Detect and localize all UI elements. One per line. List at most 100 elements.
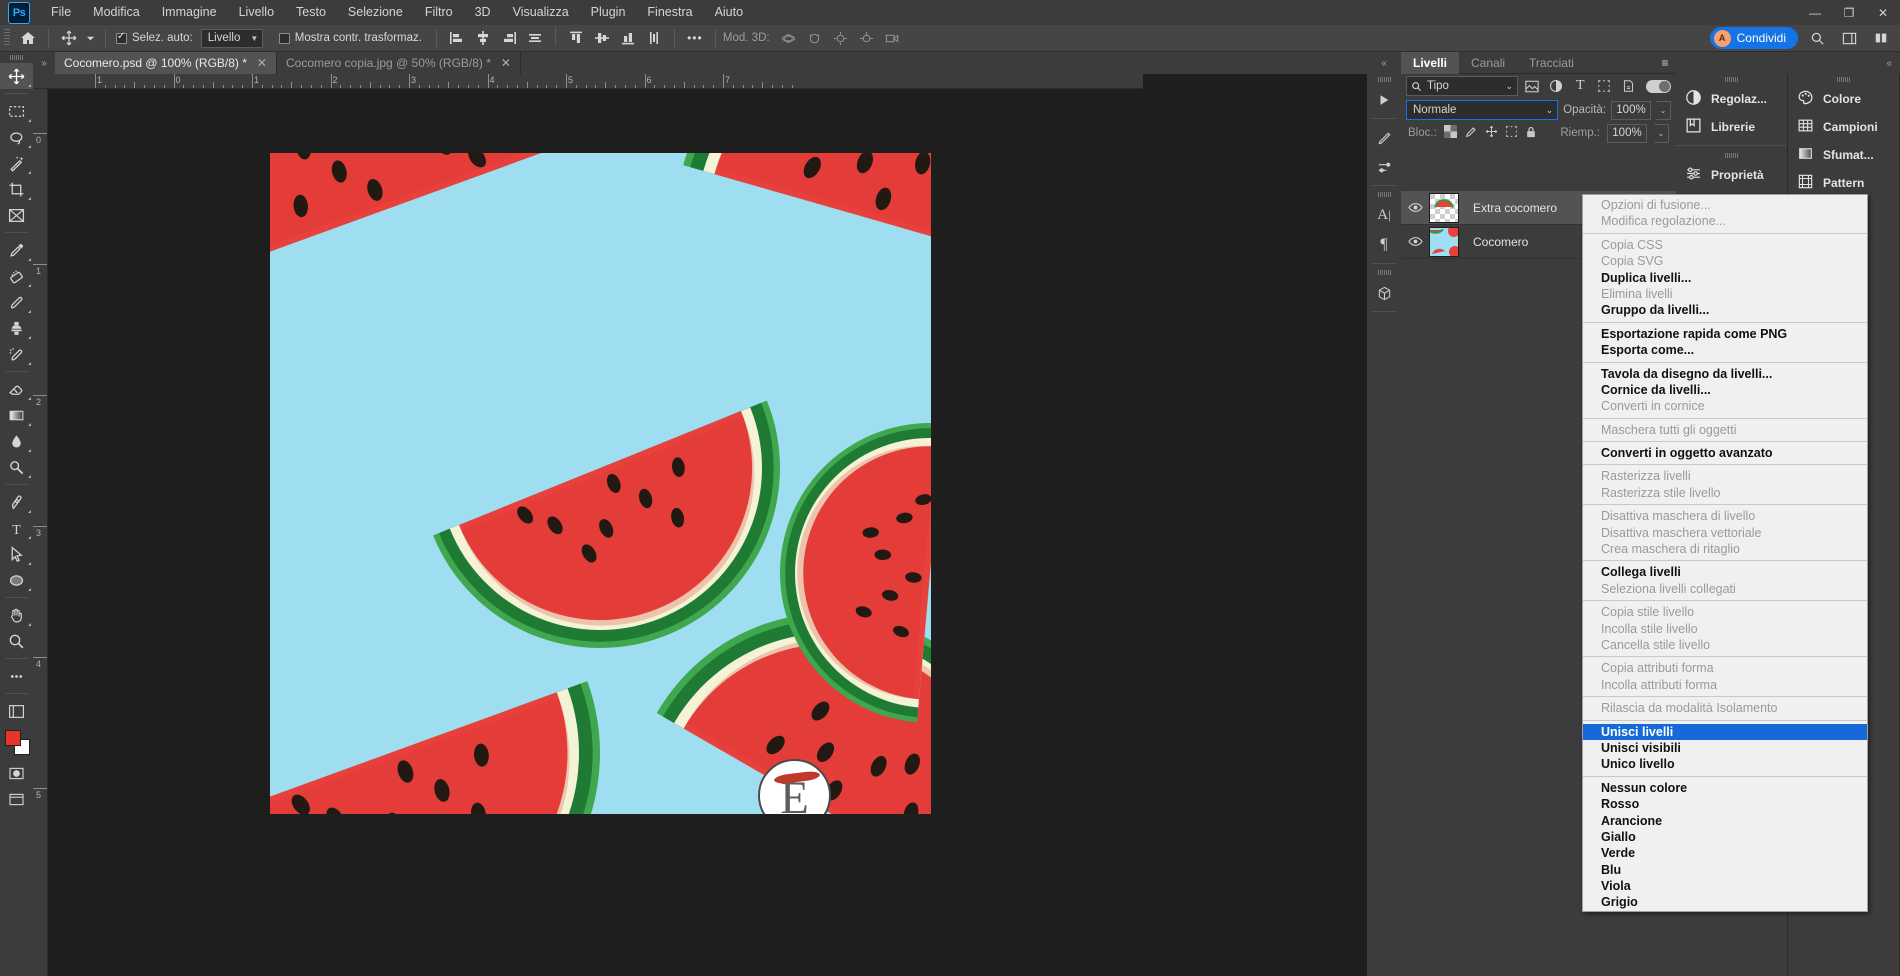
paragraph-icon[interactable]: ¶ xyxy=(1367,230,1401,260)
eyedropper-tool-icon[interactable] xyxy=(0,237,33,263)
clone-stamp-tool-icon[interactable] xyxy=(0,315,33,341)
dock-item-campioni[interactable]: Campioni xyxy=(1788,113,1899,141)
type-filter-icon[interactable]: T xyxy=(1571,76,1590,96)
tab-canali[interactable]: Canali xyxy=(1459,52,1517,74)
spot-healing-tool-icon[interactable] xyxy=(0,263,33,289)
menu-item-esportazione-rapida-come-png[interactable]: Esportazione rapida come PNG xyxy=(1583,326,1867,342)
align-bottom-icon[interactable] xyxy=(615,26,641,50)
show-transform-box[interactable] xyxy=(278,32,290,44)
layer-visibility-icon[interactable] xyxy=(1401,236,1429,247)
image-canvas[interactable]: E xyxy=(270,153,931,814)
move-tool-icon[interactable] xyxy=(56,26,82,50)
dock-item-regolaz[interactable]: Regolaz... xyxy=(1676,85,1787,113)
dock-item-pattern[interactable]: Pattern xyxy=(1788,169,1899,197)
menu-item-cornice-da-livelli[interactable]: Cornice da livelli... xyxy=(1583,382,1867,398)
menu-item-testo[interactable]: Testo xyxy=(285,0,337,25)
gradient-tool-icon[interactable] xyxy=(0,402,33,428)
menu-item-gruppo-da-livelli[interactable]: Gruppo da livelli... xyxy=(1583,302,1867,318)
menu-item-tavola-da-disegno-da-livelli[interactable]: Tavola da disegno da livelli... xyxy=(1583,366,1867,382)
dock-item-colore[interactable]: Colore xyxy=(1788,85,1899,113)
layer-thumbnail[interactable] xyxy=(1429,226,1459,257)
menu-item-file[interactable]: File xyxy=(40,0,82,25)
lock-position-icon[interactable] xyxy=(1485,125,1498,141)
options-bar-grip[interactable] xyxy=(4,29,10,47)
menu-item-finestra[interactable]: Finestra xyxy=(636,0,703,25)
menu-item-livello[interactable]: Livello xyxy=(228,0,285,25)
document-tab[interactable]: Cocomero.psd @ 100% (RGB/8) * ✕ xyxy=(55,52,277,74)
camera-3d-icon[interactable] xyxy=(880,26,906,50)
smartobject-filter-icon[interactable] xyxy=(1619,76,1638,96)
menu-item-aiuto[interactable]: Aiuto xyxy=(704,0,755,25)
align-right-icon[interactable] xyxy=(496,26,522,50)
fill-stepper[interactable]: ⌄ xyxy=(1654,123,1669,143)
close-button[interactable]: ✕ xyxy=(1866,0,1900,25)
layer-thumbnail[interactable] xyxy=(1429,192,1459,223)
slide-3d-icon[interactable] xyxy=(854,26,880,50)
color-swatches[interactable] xyxy=(0,728,33,760)
menu-item-immagine[interactable]: Immagine xyxy=(151,0,228,25)
dodge-tool-icon[interactable] xyxy=(0,454,33,480)
collapse-icon[interactable]: « xyxy=(1676,52,1900,74)
marquee-tool-icon[interactable] xyxy=(0,98,33,124)
document-tab[interactable]: Cocomero copia.jpg @ 50% (RGB/8) * ✕ xyxy=(276,52,521,74)
tools-panel-grip[interactable] xyxy=(0,52,33,63)
brush-tool-icon[interactable] xyxy=(0,289,33,315)
menu-item-visualizza[interactable]: Visualizza xyxy=(502,0,580,25)
layer-filter-dropdown[interactable]: Tipo ⌄ xyxy=(1406,76,1518,96)
menu-item-3d[interactable]: 3D xyxy=(464,0,502,25)
workspace-icon[interactable] xyxy=(1836,26,1862,50)
menu-item-modifica[interactable]: Modifica xyxy=(82,0,151,25)
orbit-3d-icon[interactable] xyxy=(776,26,802,50)
dock-grip[interactable] xyxy=(1676,150,1787,161)
share-button[interactable]: A Condividi xyxy=(1709,27,1798,49)
arrange-documents-icon[interactable] xyxy=(1868,26,1894,50)
lock-artboard-icon[interactable] xyxy=(1505,125,1518,141)
rail-grip[interactable] xyxy=(1367,189,1401,200)
menu-item-blu[interactable]: Blu xyxy=(1583,862,1867,878)
dock-item-propriet[interactable]: Proprietà xyxy=(1676,161,1787,189)
layer-visibility-icon[interactable] xyxy=(1401,202,1429,213)
align-center-h-icon[interactable] xyxy=(470,26,496,50)
menu-item-viola[interactable]: Viola xyxy=(1583,878,1867,894)
tab-livelli[interactable]: Livelli xyxy=(1401,52,1460,74)
dock-grip[interactable] xyxy=(1676,74,1787,85)
dock-grip[interactable] xyxy=(1788,74,1899,85)
zoom-tool-icon[interactable] xyxy=(0,628,33,654)
lock-image-icon[interactable] xyxy=(1464,125,1478,142)
collapse-panels-icon[interactable]: « xyxy=(1367,52,1401,74)
more-options-button[interactable]: ••• xyxy=(682,26,708,50)
eraser-tool-icon[interactable] xyxy=(0,376,33,402)
screen-mode-icon[interactable] xyxy=(0,786,33,812)
pan-3d-icon[interactable] xyxy=(828,26,854,50)
menu-item-nessun-colore[interactable]: Nessun colore xyxy=(1583,780,1867,796)
blend-mode-dropdown[interactable]: Normale ⌄ xyxy=(1406,100,1559,120)
menu-item-grigio[interactable]: Grigio xyxy=(1583,894,1867,910)
dock-item-librerie[interactable]: Librerie xyxy=(1676,113,1787,141)
auto-select-checkbox[interactable]: Selez. auto: xyxy=(116,31,193,44)
menu-item-giallo[interactable]: Giallo xyxy=(1583,829,1867,845)
tool-preset-chevron-icon[interactable] xyxy=(82,26,98,50)
pixel-filter-icon[interactable] xyxy=(1523,76,1542,96)
menu-item-unico-livello[interactable]: Unico livello xyxy=(1583,756,1867,772)
dock-item-sfumat[interactable]: Sfumat... xyxy=(1788,141,1899,169)
history-brush-tool-icon[interactable] xyxy=(0,341,33,367)
shape-filter-icon[interactable] xyxy=(1595,76,1614,96)
play-icon[interactable] xyxy=(1367,85,1401,115)
align-top-icon[interactable] xyxy=(563,26,589,50)
character-icon[interactable]: A | xyxy=(1367,200,1401,230)
lasso-tool-icon[interactable] xyxy=(0,124,33,150)
tab-tracciati[interactable]: Tracciati xyxy=(1517,52,1586,74)
menu-item-converti-in-oggetto-avanzato[interactable]: Converti in oggetto avanzato xyxy=(1583,445,1867,461)
close-icon[interactable]: ✕ xyxy=(501,56,511,70)
lock-transparency-icon[interactable] xyxy=(1443,125,1457,141)
blur-tool-icon[interactable] xyxy=(0,428,33,454)
home-icon[interactable] xyxy=(15,26,41,50)
3d-icon[interactable] xyxy=(1367,278,1401,308)
menu-item-plugin[interactable]: Plugin xyxy=(580,0,637,25)
quick-mask-icon[interactable] xyxy=(0,760,33,786)
crop-tool-icon[interactable] xyxy=(0,176,33,202)
menu-item-filtro[interactable]: Filtro xyxy=(414,0,464,25)
menu-item-esporta-come[interactable]: Esporta come... xyxy=(1583,342,1867,358)
distribute-h-icon[interactable] xyxy=(522,26,548,50)
filter-enable-toggle[interactable] xyxy=(1646,79,1672,93)
